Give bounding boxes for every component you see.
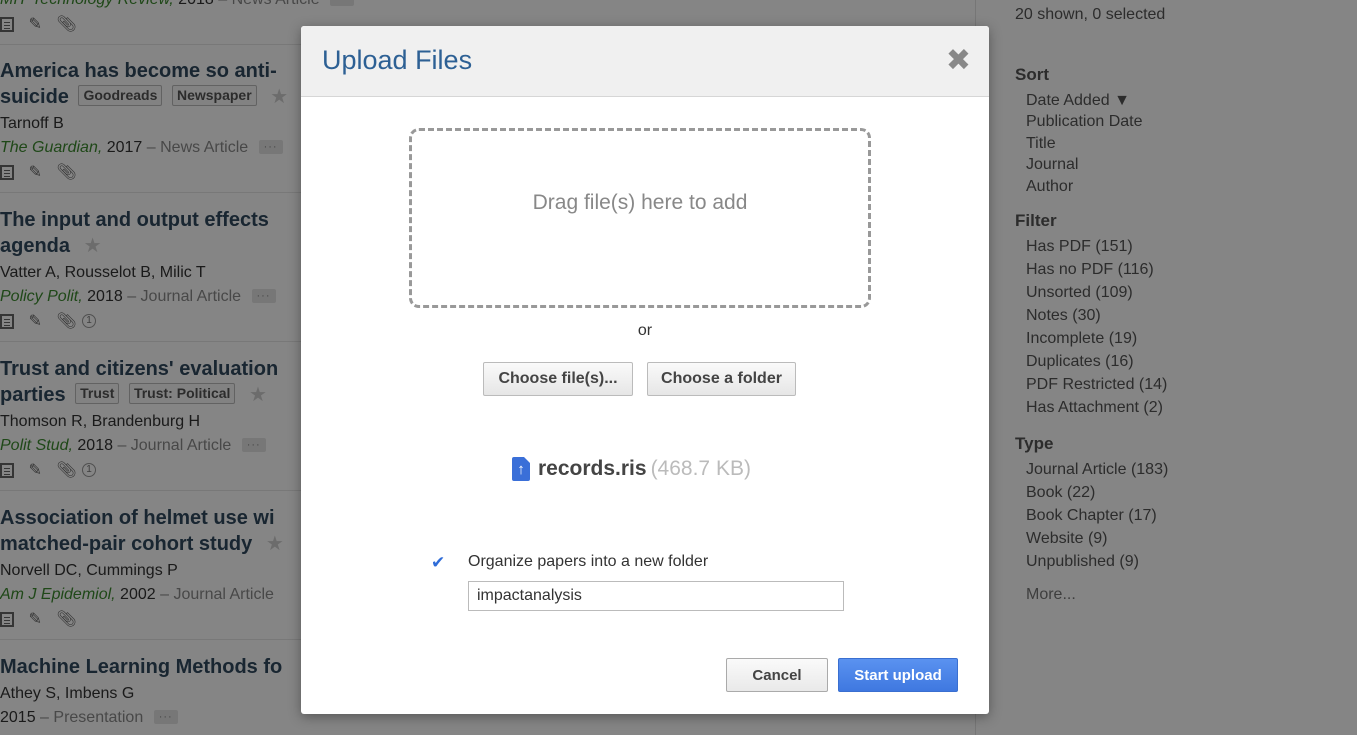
dialog-title: Upload Files bbox=[322, 45, 473, 75]
file-dropzone[interactable]: Drag file(s) here to add bbox=[409, 128, 871, 308]
file-name: records.ris bbox=[538, 457, 647, 480]
start-upload-button[interactable]: Start upload bbox=[838, 658, 958, 692]
file-size: (468.7 KB) bbox=[650, 457, 751, 480]
close-icon[interactable]: ✖ bbox=[946, 46, 971, 76]
selected-file: ↑ records.ris (468.7 KB) bbox=[512, 457, 751, 483]
dialog-header: Upload Files ✖ bbox=[301, 26, 989, 97]
choose-folder-button[interactable]: Choose a folder bbox=[647, 362, 796, 396]
new-folder-name-input[interactable] bbox=[468, 581, 844, 611]
dropzone-label: Drag file(s) here to add bbox=[532, 191, 748, 214]
organize-checkbox[interactable]: ✔ bbox=[431, 554, 447, 571]
cancel-button[interactable]: Cancel bbox=[726, 658, 828, 692]
or-separator: or bbox=[637, 322, 653, 339]
upload-files-dialog: Upload Files ✖ Drag file(s) here to add … bbox=[301, 26, 989, 714]
choose-files-button[interactable]: Choose file(s)... bbox=[483, 362, 633, 396]
organize-checkbox-label[interactable]: Organize papers into a new folder bbox=[468, 553, 708, 571]
upload-file-icon: ↑ bbox=[512, 457, 530, 481]
